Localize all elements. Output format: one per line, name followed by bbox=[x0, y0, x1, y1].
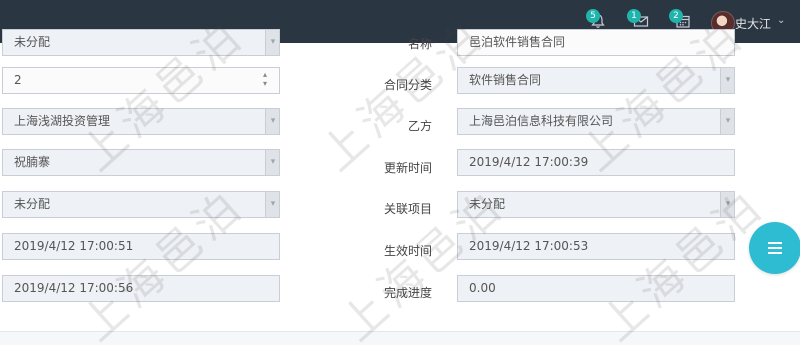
chevron-down-icon[interactable]: ▾ bbox=[720, 68, 734, 93]
label-progress: 完成进度 bbox=[383, 286, 432, 300]
chevron-down-icon[interactable]: ⌄ bbox=[777, 15, 785, 26]
select-value: 祝腩寨 bbox=[14, 155, 51, 169]
assign-select[interactable]: 未分配 ▾ bbox=[2, 191, 280, 218]
end-time-field[interactable]: 2019/4/12 17:00:56 bbox=[2, 275, 280, 302]
menu-icon-bar bbox=[768, 252, 782, 254]
chevron-down-icon[interactable]: ▾ bbox=[720, 192, 734, 217]
label-effective-time: 生效时间 bbox=[383, 244, 432, 258]
messages-badge: 1 bbox=[627, 9, 641, 23]
spinner-icon[interactable]: ▴ ▾ bbox=[263, 70, 267, 88]
field-value: 2019/4/12 17:00:51 bbox=[14, 239, 134, 253]
select-field-1[interactable]: 未分配 ▾ bbox=[2, 29, 280, 56]
field-value: 2019/4/12 17:00:53 bbox=[469, 239, 589, 253]
update-time-field[interactable]: 2019/4/12 17:00:39 bbox=[457, 149, 735, 176]
username[interactable]: 史大江 bbox=[735, 15, 771, 32]
menu-icon-bar bbox=[768, 247, 782, 249]
number-value: 2 bbox=[14, 73, 22, 87]
field-value: 2019/4/12 17:00:56 bbox=[14, 281, 134, 295]
label-party-b: 乙方 bbox=[407, 119, 432, 133]
related-project-select[interactable]: 未分配 ▾ bbox=[457, 191, 735, 218]
progress-field[interactable]: 0.00 bbox=[457, 275, 735, 302]
chevron-down-icon[interactable]: ▾ bbox=[265, 150, 279, 175]
notifications-badge: 5 bbox=[586, 9, 600, 23]
name-input[interactable]: 邑泊软件销售合同 bbox=[457, 29, 735, 56]
party-a-select[interactable]: 上海浅湖投资管理 ▾ bbox=[2, 108, 280, 135]
page-footer bbox=[0, 331, 800, 345]
select-value: 未分配 bbox=[14, 197, 51, 211]
select-value: 未分配 bbox=[14, 35, 51, 49]
label-update-time: 更新时间 bbox=[383, 161, 432, 175]
contract-category-select[interactable]: 软件销售合同 ▾ bbox=[457, 67, 735, 94]
field-value: 2019/4/12 17:00:39 bbox=[469, 155, 589, 169]
select-value: 上海浅湖投资管理 bbox=[14, 114, 111, 128]
party-b-select[interactable]: 上海邑泊信息科技有限公司 ▾ bbox=[457, 108, 735, 135]
chevron-down-icon[interactable]: ▾ bbox=[265, 192, 279, 217]
calendar-badge: 2 bbox=[669, 9, 683, 23]
select-value: 软件销售合同 bbox=[469, 73, 542, 87]
menu-fab-button[interactable] bbox=[749, 222, 800, 274]
select-value: 上海邑泊信息科技有限公司 bbox=[469, 114, 614, 128]
number-input[interactable]: 2 ▴ ▾ bbox=[2, 67, 280, 94]
label-related-project: 关联项目 bbox=[383, 202, 432, 216]
label-name: 名称 bbox=[407, 37, 432, 51]
select-value: 未分配 bbox=[469, 197, 506, 211]
created-time-field[interactable]: 2019/4/12 17:00:51 bbox=[2, 233, 280, 260]
field-value: 0.00 bbox=[469, 281, 496, 295]
chevron-down-icon[interactable]: ▾ bbox=[720, 109, 734, 134]
owner-select[interactable]: 祝腩寨 ▾ bbox=[2, 149, 280, 176]
chevron-down-icon[interactable]: ▾ bbox=[265, 30, 279, 55]
label-contract-category: 合同分类 bbox=[383, 78, 432, 92]
effective-time-field[interactable]: 2019/4/12 17:00:53 bbox=[457, 233, 735, 260]
menu-icon bbox=[768, 242, 782, 244]
field-value: 邑泊软件销售合同 bbox=[469, 35, 566, 49]
chevron-down-icon[interactable]: ▾ bbox=[265, 109, 279, 134]
